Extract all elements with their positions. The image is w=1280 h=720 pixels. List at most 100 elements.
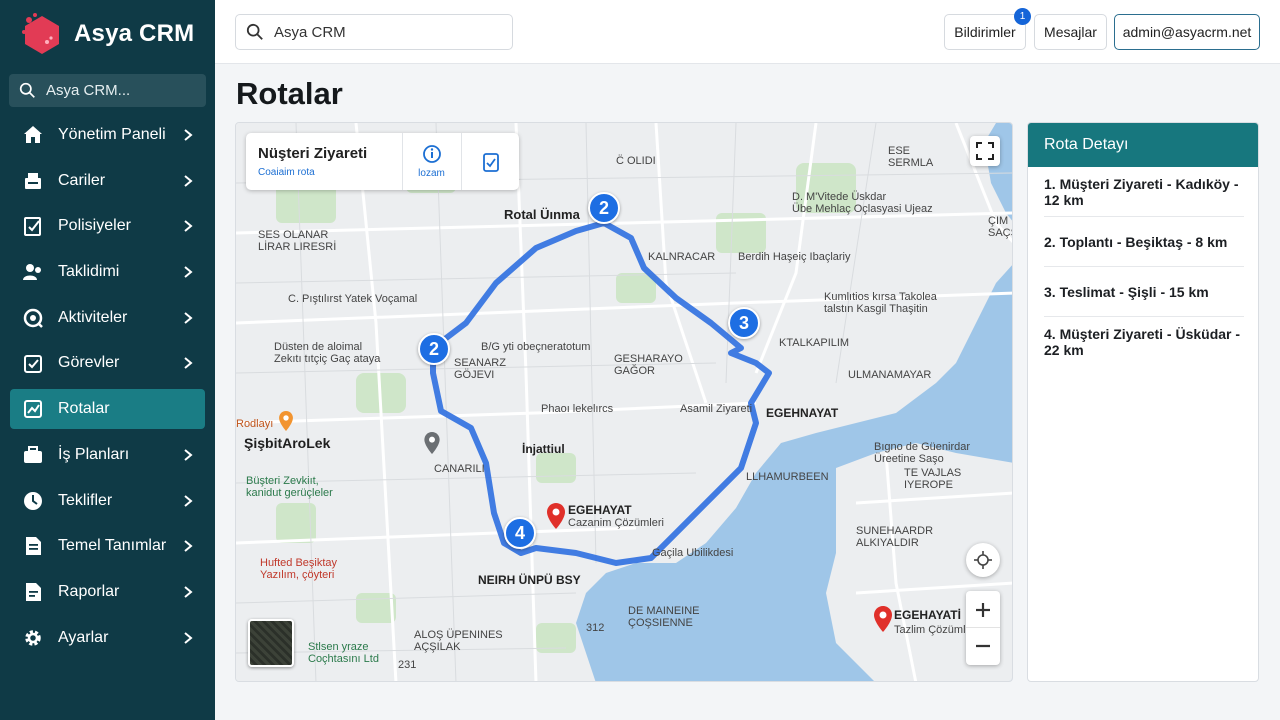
route-marker[interactable]: 4: [504, 517, 536, 549]
chevron-right-icon: [184, 631, 193, 644]
sidebar-item-label: Yönetim Paneli: [58, 126, 166, 143]
map-label: SEANARZ GÖJEVI: [454, 357, 506, 381]
map-label: SUNEHAARDR ALKIYALDIR: [856, 525, 934, 549]
chevron-right-icon: [184, 586, 193, 598]
map-layer-toggle[interactable]: [248, 619, 294, 667]
map-label: 231: [398, 659, 417, 671]
brand[interactable]: Asya CRM: [0, 0, 215, 68]
home-icon: [22, 124, 44, 146]
chevron-right-icon: [184, 311, 193, 324]
route-stop-item[interactable]: 1. Müşteri Ziyareti - Kadıköy - 12 km: [1044, 167, 1244, 217]
map-label: Büşteri Zevkiıt, kanidut gerüçleler: [246, 475, 333, 499]
route-marker[interactable]: 2: [588, 192, 620, 224]
zoom-out-button[interactable]: [966, 628, 1000, 664]
map-label: İnjattiul: [522, 442, 565, 456]
chevron-right-icon: [184, 220, 193, 233]
sidebar-item-label: Temel Tanımlar: [58, 537, 167, 555]
fullscreen-icon: [976, 142, 994, 160]
sidebar-search-input[interactable]: Asya CRM...: [9, 74, 206, 107]
sidebar-item[interactable]: Polisiyeler: [10, 206, 205, 246]
search-input[interactable]: Asya CRM: [235, 14, 513, 50]
map-label: DE MAINEINE ÇOŞSIENNE: [628, 605, 700, 629]
crosshair-icon: [974, 551, 992, 569]
map-label: B/G yti obeçneratotum: [481, 341, 591, 353]
info-icon: [422, 145, 441, 163]
sidebar-item[interactable]: Taklidimi: [10, 252, 205, 292]
sidebar-item[interactable]: Temel Tanımlar: [10, 526, 205, 566]
location-action-button[interactable]: lozam: [402, 133, 460, 190]
sidebar-item[interactable]: Görevler: [10, 343, 205, 383]
map-label: Hufted Beşiktay Yazılım, çöyteri: [260, 557, 338, 581]
map-label: Asamil Ziyareti: [680, 403, 753, 415]
minus-icon: [976, 644, 990, 648]
sidebar-item[interactable]: Teklifler: [10, 481, 205, 521]
map-label: ULMANAMAYAR: [848, 369, 932, 381]
sidebar-item-label: Görevler: [58, 354, 120, 372]
activity-icon: [22, 307, 44, 329]
location-pin-icon[interactable]: [547, 503, 565, 529]
chevron-right-icon: [184, 357, 193, 370]
sidebar-item[interactable]: Cariler: [10, 161, 205, 201]
logo-icon: [20, 12, 64, 56]
sidebar-item-label: Aktiviteler: [58, 308, 128, 326]
route-stop-item[interactable]: 4. Müşteri Ziyareti - Üsküdar - 22 km: [1044, 317, 1244, 367]
sidebar-item-label: Polisiyeler: [58, 217, 131, 235]
messages-button[interactable]: Mesajlar: [1034, 14, 1107, 50]
fullscreen-button[interactable]: [970, 136, 1000, 166]
notifications-button[interactable]: Bildirimler 1: [944, 8, 1031, 50]
contacts-icon: [22, 170, 44, 192]
map-label: ÇIM SAÇS: [988, 215, 1012, 239]
chevron-right-icon: [184, 174, 193, 187]
chevron-right-icon: [184, 266, 193, 278]
map-label: D. M'Vitede Üskdar Übe Mehlaç Oçlasyasi …: [792, 191, 933, 215]
sidebar-item-label: Cariler: [58, 171, 106, 189]
route-info-card[interactable]: Nüşteri Ziyareti Coaiaim rota lozam: [246, 133, 519, 190]
map-label: Düsten de aloimal Zekıtı tıtçiç Gaç atay…: [274, 341, 381, 365]
route-stop-item[interactable]: 2. Toplantı - Beşiktaş - 8 km: [1044, 217, 1244, 267]
sidebar-item[interactable]: Raporlar: [10, 572, 205, 612]
sidebar-item[interactable]: Ayarlar: [10, 618, 205, 658]
policy-icon: [22, 215, 44, 237]
route-marker[interactable]: 3: [728, 307, 760, 339]
checklist-button[interactable]: [461, 133, 519, 190]
map-label: GESHARAYO GAĞOR: [614, 353, 683, 377]
map-label: SES OLANAR LİRAR LIRESRİ: [258, 229, 337, 253]
chevron-right-icon: [184, 494, 193, 507]
sidebar-item-label: İş Planları: [58, 445, 130, 463]
map-label: TE VAJLAS IYEROPE: [904, 467, 962, 491]
sidebar-nav: Yönetim Paneli Cariler Polisiyeler Taklidim…: [0, 115, 215, 658]
user-menu-button[interactable]: admin@asyacrm.net: [1114, 14, 1260, 50]
search-value: Asya CRM: [274, 23, 346, 41]
sidebar: Asya CRM Asya CRM... Yönetim Paneli Caril…: [0, 0, 215, 720]
my-location-button[interactable]: [966, 543, 1000, 577]
sidebar-item[interactable]: İş Planları: [10, 435, 205, 475]
map-label: EGEHAYATİ: [894, 608, 961, 622]
notifications-label: Bildirimler: [954, 24, 1016, 40]
location-pin-icon[interactable]: [424, 432, 440, 454]
zoom-in-button[interactable]: [966, 592, 1000, 628]
location-pin-icon[interactable]: [874, 606, 892, 632]
zoom-control: [966, 591, 1000, 665]
sidebar-item-label: Ayarlar: [58, 628, 109, 646]
route-stop-item[interactable]: 3. Teslimat - Şişli - 15 km: [1044, 267, 1244, 317]
route-card-subtitle[interactable]: Coaiaim rota: [258, 167, 315, 178]
sidebar-search-placeholder: Asya CRM...: [46, 82, 131, 99]
location-pin-icon[interactable]: [279, 411, 293, 431]
topbar: Asya CRM Bildirimler 1 Mesajlar admin@as…: [215, 0, 1280, 64]
clock-icon: [22, 490, 44, 512]
notification-badge: 1: [1014, 8, 1031, 25]
sidebar-item[interactable]: Aktiviteler: [10, 298, 205, 338]
document-icon: [22, 535, 44, 557]
sidebar-item[interactable]: Rotalar: [10, 389, 205, 430]
plus-icon: [976, 602, 990, 617]
route-marker[interactable]: 2: [418, 333, 450, 365]
route-map[interactable]: C̈ OLIDI ESE SERMLA D. M'Vitede Üskdar Ü…: [235, 122, 1013, 682]
checklist-icon: [482, 152, 499, 172]
user-email: admin@asyacrm.net: [1122, 24, 1252, 40]
map-label: EGEHAYAT: [568, 503, 632, 517]
sidebar-item[interactable]: Yönetim Paneli: [10, 115, 205, 155]
chevron-right-icon: [184, 129, 193, 141]
brand-name: Asya CRM: [74, 20, 195, 47]
map-label: LLHAMURBEEN: [746, 471, 829, 483]
route-detail-list: 1. Müşteri Ziyareti - Kadıköy - 12 km 2.…: [1028, 167, 1258, 367]
